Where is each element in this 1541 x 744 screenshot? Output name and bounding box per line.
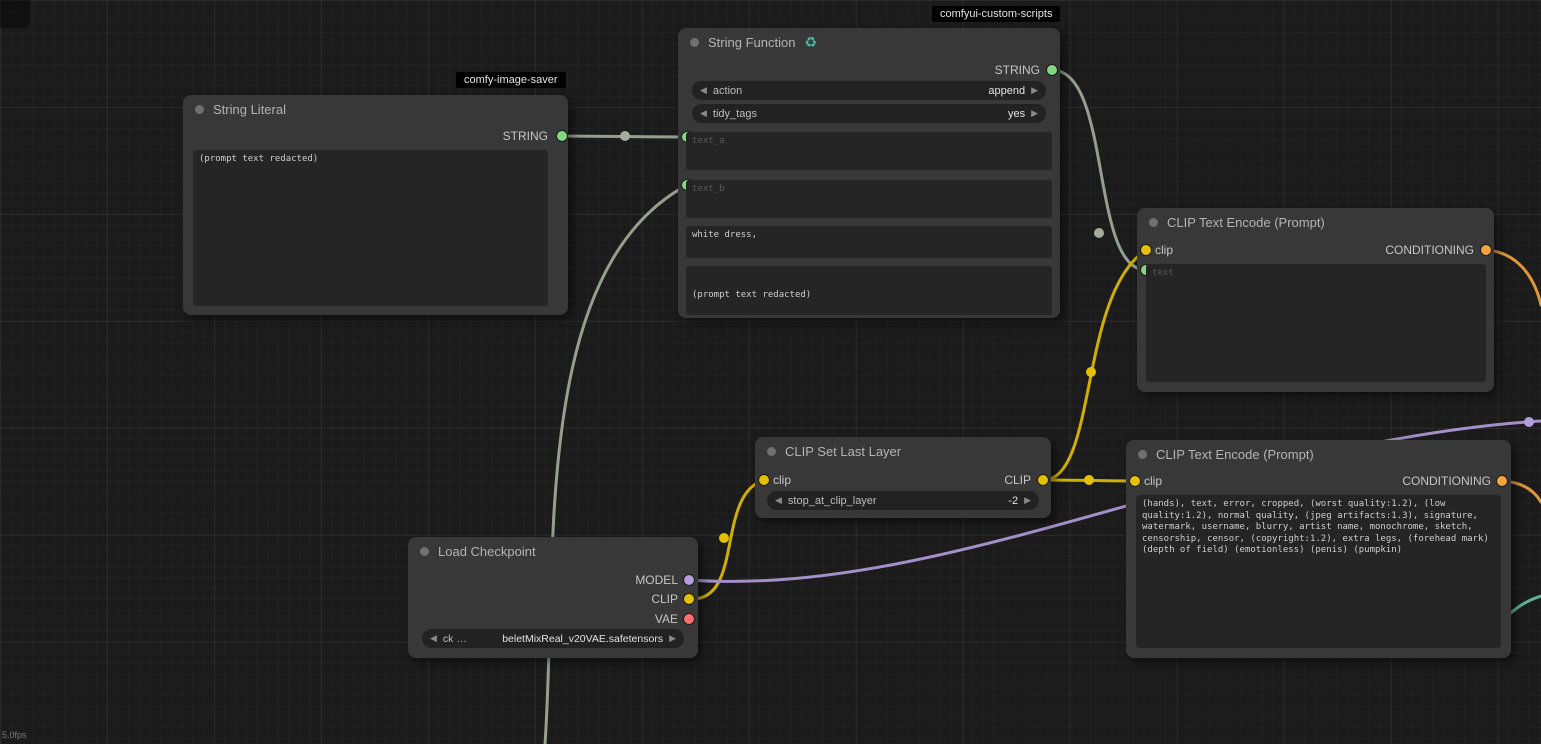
node-string-function[interactable]: String Function ♻ STRING ◀ action append…	[678, 28, 1060, 318]
negative-prompt-widget[interactable]: (hands), text, error, cropped, (worst qu…	[1136, 495, 1501, 648]
node-header[interactable]: CLIP Text Encode (Prompt)	[1126, 440, 1511, 468]
right-arrow-icon[interactable]: ▶	[1031, 85, 1038, 96]
node-title: String Function	[708, 35, 795, 50]
output-socket-clip[interactable]	[1038, 475, 1048, 485]
node-string-literal[interactable]: String Literal STRING (prompt text redac…	[183, 95, 568, 315]
input-label-clip: clip	[1144, 474, 1162, 488]
output-label-clip: CLIP	[651, 592, 678, 606]
widget-label: action	[713, 85, 742, 97]
widget-stop-at-clip-layer[interactable]: ◀ stop_at_clip_layer -2 ▶	[767, 491, 1039, 510]
left-arrow-icon[interactable]: ◀	[430, 633, 437, 644]
text-widget[interactable]: text	[1146, 264, 1486, 382]
node-badge-comfyui-custom-scripts: comfyui-custom-scripts	[932, 6, 1060, 22]
collapse-icon[interactable]	[420, 547, 429, 556]
node-title: String Literal	[213, 102, 286, 117]
text-b-widget[interactable]: text_b	[686, 180, 1052, 218]
corner-shade	[0, 0, 30, 28]
input-label-clip: clip	[1155, 243, 1173, 257]
node-load-checkpoint[interactable]: Load Checkpoint MODEL CLIP VAE ◀ ck … be…	[408, 537, 698, 658]
output-socket-model[interactable]	[684, 575, 694, 585]
collapse-icon[interactable]	[195, 105, 204, 114]
wire-string-to-clip-text	[1052, 70, 1146, 270]
node-clip-text-encode-top[interactable]: CLIP Text Encode (Prompt) clip CONDITION…	[1137, 208, 1494, 392]
placeholder-text: text_a	[692, 136, 725, 146]
widget-label: stop_at_clip_layer	[788, 495, 877, 507]
collapse-icon[interactable]	[1149, 218, 1158, 227]
output-socket-string[interactable]	[557, 131, 567, 141]
string-literal-text-widget[interactable]: (prompt text redacted)	[193, 150, 548, 306]
output-label-model: MODEL	[635, 573, 678, 587]
output-socket-conditioning[interactable]	[1497, 476, 1507, 486]
widget-action[interactable]: ◀ action append ▶	[692, 81, 1046, 100]
output-label-vae: VAE	[655, 612, 678, 626]
collapse-icon[interactable]	[767, 447, 776, 456]
input-label-clip: clip	[773, 473, 791, 487]
output-label-conditioning: CONDITIONING	[1385, 243, 1474, 257]
output-socket-conditioning[interactable]	[1481, 245, 1491, 255]
node-header[interactable]: CLIP Text Encode (Prompt)	[1137, 208, 1494, 236]
node-title: CLIP Set Last Layer	[785, 444, 901, 459]
left-arrow-icon[interactable]: ◀	[775, 495, 782, 506]
right-arrow-icon[interactable]: ▶	[1031, 108, 1038, 119]
output-label-conditioning: CONDITIONING	[1402, 474, 1491, 488]
text-c-widget[interactable]: white dress,	[686, 226, 1052, 258]
link-midpoint-dot	[1086, 367, 1096, 377]
widget-label: tidy_tags	[713, 108, 757, 120]
widget-value: beletMixReal_v20VAE.safetensors	[502, 633, 663, 645]
widget-tidy-tags[interactable]: ◀ tidy_tags yes ▶	[692, 104, 1046, 123]
collapse-icon[interactable]	[1138, 450, 1147, 459]
node-header[interactable]: String Literal	[183, 95, 568, 123]
placeholder-text: text_b	[692, 184, 725, 194]
output-label-string: STRING	[503, 129, 548, 143]
input-socket-clip[interactable]	[759, 475, 769, 485]
collapse-icon[interactable]	[690, 38, 699, 47]
link-midpoint-dot	[1524, 417, 1534, 427]
widget-label: ck …	[443, 633, 467, 645]
fps-counter: 5.0fps	[2, 730, 27, 740]
widget-ckpt-name[interactable]: ◀ ck … beletMixReal_v20VAE.safetensors ▶	[422, 629, 684, 648]
node-title: CLIP Text Encode (Prompt)	[1156, 447, 1314, 462]
output-socket-string[interactable]	[1047, 65, 1057, 75]
output-label-string: STRING	[995, 63, 1040, 77]
widget-value: append	[988, 85, 1025, 97]
link-midpoint-dot	[1084, 475, 1094, 485]
input-socket-clip[interactable]	[1141, 245, 1151, 255]
result-preview-widget[interactable]: (prompt text redacted)	[686, 266, 1052, 315]
node-header[interactable]: CLIP Set Last Layer	[755, 437, 1051, 465]
output-socket-vae[interactable]	[684, 614, 694, 624]
widget-value: -2	[1008, 495, 1018, 507]
placeholder-text: text	[1152, 268, 1174, 278]
node-title: CLIP Text Encode (Prompt)	[1167, 215, 1325, 230]
output-label-clip: CLIP	[1004, 473, 1031, 487]
link-midpoint-dot	[1094, 228, 1104, 238]
right-arrow-icon[interactable]: ▶	[669, 633, 676, 644]
wire-conditioning-top-out	[1486, 250, 1541, 305]
right-arrow-icon[interactable]: ▶	[1024, 495, 1031, 506]
link-midpoint-dot	[620, 131, 630, 141]
left-arrow-icon[interactable]: ◀	[700, 108, 707, 119]
widget-value: yes	[1008, 108, 1025, 120]
node-graph-canvas[interactable]: comfy-image-saver comfyui-custom-scripts…	[0, 0, 1541, 744]
link-midpoint-dot	[719, 533, 729, 543]
text-a-widget[interactable]: text_a	[686, 132, 1052, 170]
node-header[interactable]: String Function ♻	[678, 28, 1060, 56]
node-badge-comfy-image-saver: comfy-image-saver	[456, 72, 566, 88]
left-arrow-icon[interactable]: ◀	[700, 85, 707, 96]
input-socket-clip[interactable]	[1130, 476, 1140, 486]
node-title: Load Checkpoint	[438, 544, 536, 559]
node-header[interactable]: Load Checkpoint	[408, 537, 698, 565]
node-clip-set-last-layer[interactable]: CLIP Set Last Layer clip CLIP ◀ stop_at_…	[755, 437, 1051, 518]
recycle-icon: ♻	[804, 34, 817, 51]
node-clip-text-encode-bottom[interactable]: CLIP Text Encode (Prompt) clip CONDITION…	[1126, 440, 1511, 658]
output-socket-clip[interactable]	[684, 594, 694, 604]
